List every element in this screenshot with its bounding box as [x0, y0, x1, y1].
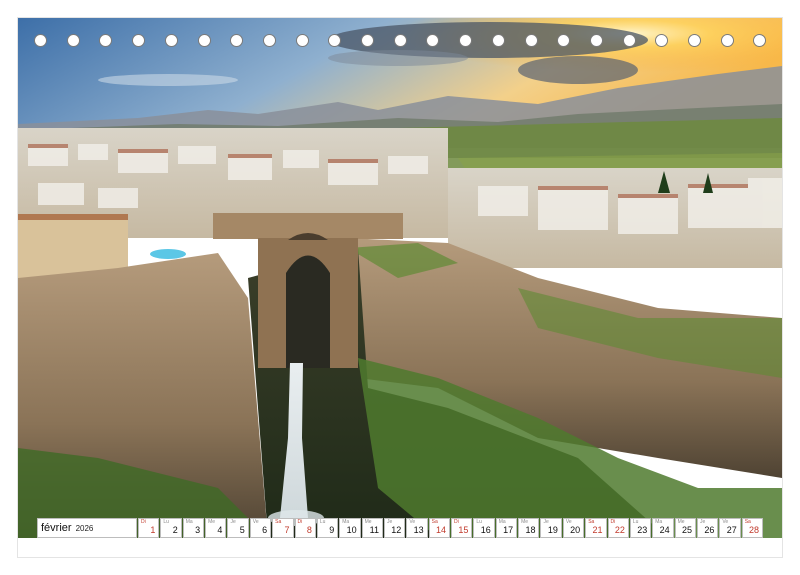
day-cell: Ma 17 — [495, 518, 518, 538]
day-cell: Sa 7 — [272, 518, 294, 538]
day-of-week: Lu — [319, 519, 326, 525]
binding-hole — [230, 34, 244, 47]
day-number: 5 — [239, 525, 245, 535]
day-number: 9 — [329, 525, 335, 535]
day-cell: Sa 21 — [585, 518, 607, 538]
day-number: 13 — [413, 525, 424, 535]
month-label-box: février 2026 — [37, 518, 137, 538]
binding-hole — [393, 34, 407, 47]
binding-hole — [524, 34, 538, 47]
day-number: 19 — [547, 525, 558, 535]
binding-hole — [99, 34, 113, 47]
day-of-week: Lu — [163, 519, 169, 525]
binding-hole — [361, 34, 374, 47]
day-cell: Je 19 — [540, 518, 562, 538]
calendar-strip: février 2026 Di 1 Lu 2 Ma 3 Me 4 Je 5 Ve 6 Sa 7 Di 8 Lu 9… — [37, 518, 764, 538]
binding-hole — [589, 34, 603, 47]
day-of-week: Ma — [185, 519, 193, 525]
day-cell: Lu 16 — [473, 518, 495, 538]
binding-hole — [295, 34, 309, 47]
day-number: 21 — [592, 525, 603, 535]
day-cell: Ma 24 — [652, 518, 674, 538]
day-number: 22 — [614, 525, 625, 535]
day-cell: Me 4 — [205, 518, 227, 538]
day-number: 2 — [172, 525, 178, 535]
day-number: 14 — [436, 525, 447, 535]
binding-hole — [164, 34, 178, 47]
day-cell: Lu 2 — [160, 518, 182, 538]
day-number: 28 — [749, 525, 760, 535]
binding-hole — [262, 34, 276, 47]
day-of-week: Je — [230, 519, 236, 525]
binding-hole — [753, 34, 767, 47]
day-number: 4 — [217, 525, 223, 535]
binding-hole — [720, 34, 734, 47]
day-cell: Di 15 — [451, 518, 473, 538]
day-of-week: Sa — [275, 519, 282, 525]
day-number: 7 — [284, 525, 290, 535]
calendar-page: février 2026 Di 1 Lu 2 Ma 3 Me 4 Je 5 Ve 6 Sa 7 Di 8 Lu 9… — [18, 18, 782, 557]
day-cell: Ve 13 — [406, 518, 428, 538]
day-cell: Me 11 — [361, 518, 383, 538]
day-cell: Sa 14 — [428, 518, 451, 538]
day-cell: Sa 28 — [741, 518, 764, 538]
day-cell: Me 25 — [674, 518, 696, 538]
day-cell: Di 22 — [607, 518, 629, 538]
binding-hole — [622, 34, 636, 47]
binding-hole — [688, 34, 701, 47]
binding-hole — [34, 34, 47, 47]
binding-hole — [655, 34, 669, 47]
binding-hole — [197, 34, 211, 47]
year-label: 2026 — [75, 523, 94, 533]
day-number: 18 — [525, 525, 536, 535]
day-cell: Je 5 — [227, 518, 249, 538]
spiral-binding — [18, 34, 782, 50]
day-number: 17 — [503, 525, 514, 535]
binding-hole — [328, 34, 342, 47]
day-number: 23 — [637, 525, 648, 535]
day-number: 26 — [704, 525, 715, 535]
day-cell: Me 18 — [518, 518, 540, 538]
day-of-week: Me — [208, 519, 216, 525]
binding-hole — [66, 34, 80, 47]
day-cell: Je 12 — [383, 518, 406, 538]
day-number: 10 — [346, 525, 357, 535]
month-name: février — [41, 522, 72, 534]
day-number: 8 — [306, 525, 312, 535]
ronda-gorge-photo — [18, 18, 782, 538]
day-number: 24 — [659, 525, 670, 535]
day-cell: Ve 20 — [562, 518, 585, 538]
day-of-week: Di — [141, 519, 146, 525]
day-cell: Lu 9 — [316, 518, 339, 538]
day-number: 15 — [458, 525, 469, 535]
binding-hole — [426, 34, 440, 47]
day-cell: Je 26 — [696, 518, 719, 538]
day-cell: Ve 27 — [719, 518, 741, 538]
day-cell: Ma 10 — [339, 518, 361, 538]
day-number: 27 — [726, 525, 737, 535]
day-cell: Di 1 — [138, 518, 160, 538]
day-cell: Di 8 — [294, 518, 316, 538]
day-cell: Ma 3 — [182, 518, 205, 538]
day-number: 1 — [150, 525, 156, 535]
day-number: 25 — [681, 525, 692, 535]
day-number: 3 — [195, 525, 201, 535]
day-number: 11 — [369, 525, 379, 535]
binding-hole — [132, 34, 146, 47]
day-of-week: Ve — [252, 519, 259, 525]
day-cell: Lu 23 — [629, 518, 652, 538]
day-of-week: Di — [297, 519, 303, 525]
binding-hole — [557, 34, 571, 47]
day-number: 12 — [391, 525, 402, 535]
day-number: 16 — [480, 525, 491, 535]
day-cell: Ve 6 — [249, 518, 272, 538]
binding-hole — [459, 34, 473, 47]
binding-hole — [491, 34, 505, 47]
day-number: 20 — [570, 525, 581, 535]
day-number: 6 — [262, 525, 268, 535]
